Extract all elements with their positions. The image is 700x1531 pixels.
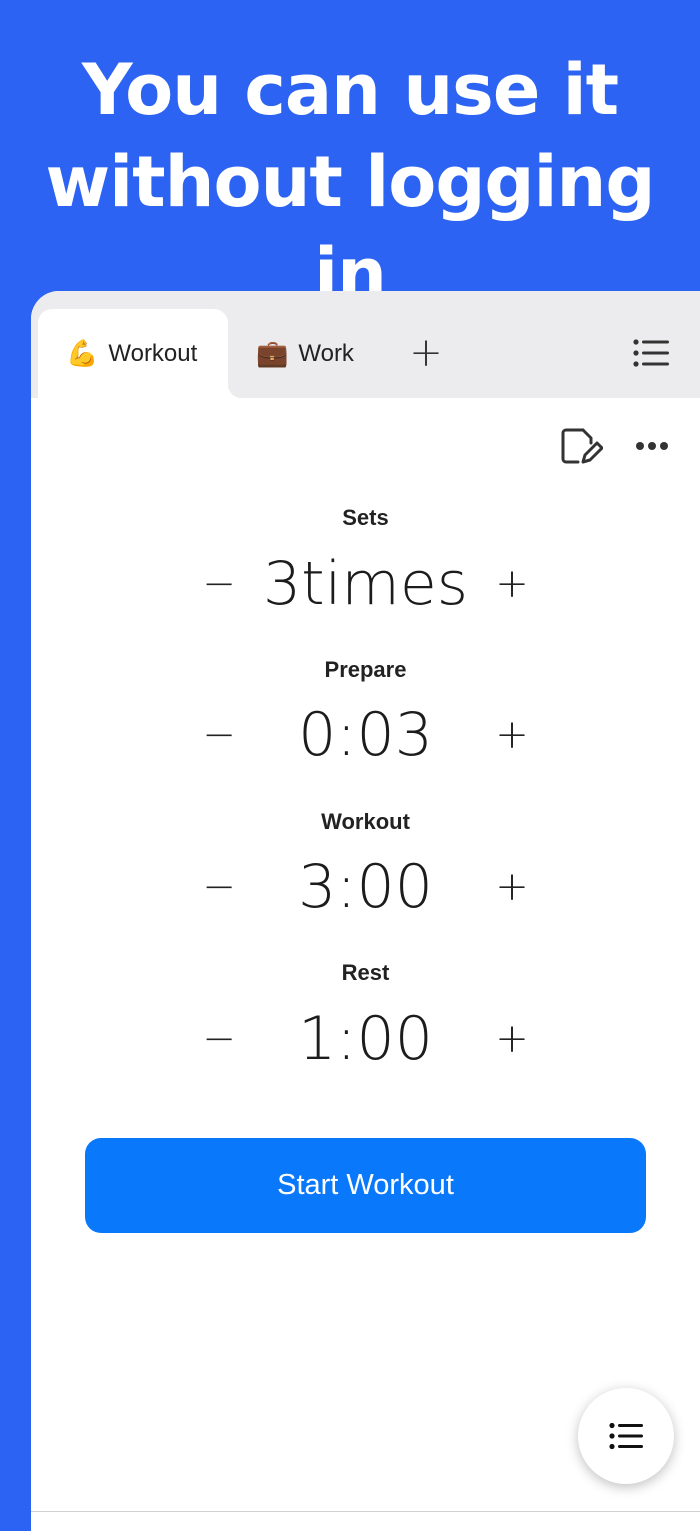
rest-value: 1:00 (298, 1004, 433, 1074)
sets-label: Sets (342, 505, 389, 530)
prepare-decrease-button[interactable]: − (194, 700, 244, 770)
sets-decrease-button[interactable]: − (194, 549, 244, 619)
rest-increase-button[interactable]: + (487, 1004, 537, 1074)
tab-work[interactable]: 💼 Work (256, 309, 354, 398)
workout-increase-button[interactable]: + (487, 852, 537, 922)
add-tab-button[interactable]: + (409, 333, 443, 373)
flexed-biceps-icon: 💪 (66, 338, 99, 368)
rest-decrease-button[interactable]: − (194, 1004, 244, 1074)
list-fab-button[interactable] (578, 1388, 674, 1484)
divider (31, 1511, 700, 1512)
briefcase-icon: 💼 (256, 338, 289, 368)
workout-decrease-button[interactable]: − (194, 852, 244, 922)
tab-workout[interactable]: 💪 Workout (38, 309, 242, 398)
prepare-increase-button[interactable]: + (487, 700, 537, 770)
prepare-value: 0:03 (298, 700, 433, 770)
tab-work-label: Work (298, 339, 354, 367)
prepare-label: Prepare (324, 657, 407, 682)
rest-stepper: − 1:00 + (31, 1004, 700, 1074)
start-workout-button[interactable]: Start Workout (85, 1138, 646, 1233)
list-icon (609, 1422, 643, 1450)
list-icon[interactable] (633, 338, 669, 368)
tab-workout-label: Workout (108, 339, 198, 367)
sets-value: 3times (263, 549, 468, 619)
promo-headline: You can use it without logging in (0, 44, 700, 320)
promo-headline-line1: You can use it (81, 49, 619, 131)
app-screen: 💪 Workout 💼 Work + Sets − 3times + Prepa (31, 291, 700, 1531)
edit-note-icon[interactable] (561, 426, 603, 466)
tab-bar: 💪 Workout 💼 Work + (31, 291, 700, 398)
more-horizontal-icon[interactable] (635, 440, 669, 452)
sets-stepper: − 3times + (31, 549, 700, 619)
prepare-stepper: − 0:03 + (31, 700, 700, 770)
rest-label: Rest (341, 960, 390, 985)
sets-increase-button[interactable]: + (487, 549, 537, 619)
workout-label: Workout (321, 809, 410, 834)
workout-value: 3:00 (298, 852, 433, 922)
workout-stepper: − 3:00 + (31, 852, 700, 922)
